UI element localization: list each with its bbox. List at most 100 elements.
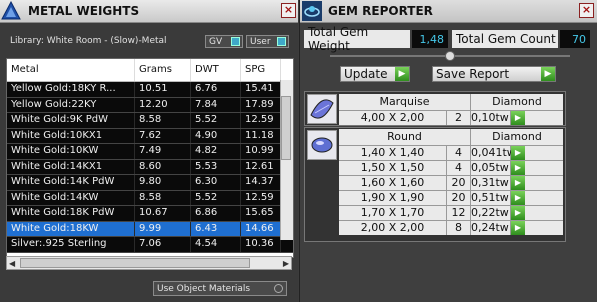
table-row[interactable]: White Gold:10KW 7.49 4.82 10.99 — [7, 144, 293, 160]
cell-grams: 8.58 — [135, 113, 191, 128]
horizontal-scrollbar-thumb[interactable] — [20, 258, 250, 268]
select-gems-play-icon[interactable]: ▶ — [511, 146, 525, 160]
column-header-spg[interactable]: SPG — [241, 59, 281, 81]
cell-dwt: 5.53 — [191, 159, 241, 174]
gem-group-header: Round Diamond — [339, 129, 563, 145]
user-toggle-label: User — [250, 36, 271, 47]
vertical-scrollbar-thumb[interactable] — [281, 96, 291, 160]
use-object-materials-label: Use Object Materials — [157, 283, 251, 294]
table-row[interactable]: White Gold:10KX1 7.62 4.90 11.18 — [7, 128, 293, 144]
gem-cell-size: 1,60 X 1,60 — [339, 176, 447, 190]
gem-group-header: Marquise Diamond — [339, 94, 563, 110]
gem-reporter-close-icon[interactable]: × — [579, 3, 594, 18]
cell-grams: 12.20 — [135, 97, 191, 112]
gem-cell-size: 1,90 X 1,90 — [339, 191, 447, 205]
gem-cell-qty: 8 — [447, 221, 471, 235]
cell-spg: 15.41 — [241, 82, 281, 97]
table-row[interactable]: White Gold:18KW 9.99 6.43 14.66 — [7, 221, 293, 237]
cell-grams: 9.99 — [135, 221, 191, 236]
gem-cell-weight: 0,05tw — [471, 161, 511, 175]
cell-dwt: 6.86 — [191, 206, 241, 221]
column-header-metal[interactable]: Metal — [7, 59, 135, 81]
select-gems-play-icon[interactable]: ▶ — [511, 176, 525, 190]
gem-cell-weight: 0,22tw — [471, 206, 511, 220]
gem-row: 1,90 X 1,90 20 0,51tw ▶ — [339, 190, 563, 205]
cell-spg: 17.89 — [241, 97, 281, 112]
gem-cell-weight: 0,041tw — [471, 146, 516, 160]
gem-cell-qty: 4 — [447, 146, 471, 160]
gem-reporter-panel: GEM REPORTER × Total Gem Weight 1,48 Tot… — [299, 0, 597, 302]
table-row[interactable]: Silver:.925 Sterling 7.06 4.54 10.36 — [7, 237, 293, 253]
gv-toggle[interactable]: GV — [205, 35, 243, 48]
use-object-materials-toggle[interactable]: Use Object Materials — [153, 281, 287, 296]
metal-table-header: Metal Grams DWT SPG — [7, 59, 293, 82]
gem-cell-qty: 20 — [447, 191, 471, 205]
cell-grams: 10.51 — [135, 82, 191, 97]
gem-stone-label: Diamond — [492, 130, 542, 143]
gem-cell-size: 1,40 X 1,40 — [339, 146, 447, 160]
gem-cell-size: 1,50 X 1,50 — [339, 161, 447, 175]
column-header-dwt[interactable]: DWT — [191, 59, 241, 81]
table-row[interactable]: Yellow Gold:18KY R... 10.51 6.76 15.41 — [7, 82, 293, 98]
cell-dwt: 4.54 — [191, 237, 241, 252]
cell-dwt: 6.76 — [191, 82, 241, 97]
marquise-gem-icon — [307, 94, 337, 124]
table-row[interactable]: White Gold:14K PdW 9.80 6.30 14.37 — [7, 175, 293, 191]
metal-weights-logo-icon — [0, 0, 22, 22]
gem-cell-size: 2,00 X 2,00 — [339, 221, 447, 235]
cell-metal: Silver:.925 Sterling — [7, 237, 135, 252]
cell-metal: White Gold:14KW — [7, 190, 135, 205]
cell-metal: White Gold:18KW — [7, 221, 135, 236]
gem-reporter-titlebar: GEM REPORTER — [300, 0, 597, 23]
metal-weights-title: METAL WEIGHTS — [28, 4, 140, 18]
cell-spg: 14.37 — [241, 175, 281, 190]
user-toggle[interactable]: User — [246, 35, 289, 48]
table-row[interactable]: White Gold:14KW 8.58 5.52 12.59 — [7, 190, 293, 206]
select-gems-play-icon[interactable]: ▶ — [511, 161, 525, 175]
use-object-materials-indicator — [274, 284, 283, 293]
cell-grams: 10.67 — [135, 206, 191, 221]
gem-shape-label: Round — [339, 129, 471, 145]
metal-weights-panel: METAL WEIGHTS × Library: White Room - (S… — [0, 0, 298, 302]
gem-shape-label: Marquise — [339, 94, 471, 110]
column-header-grams[interactable]: Grams — [135, 59, 191, 81]
table-row[interactable]: White Gold:14KX1 8.60 5.53 12.61 — [7, 159, 293, 175]
select-gems-play-icon[interactable]: ▶ — [511, 191, 525, 205]
gem-cell-qty: 4 — [447, 161, 471, 175]
play-arrow-icon: ▶ — [541, 67, 555, 81]
select-gems-play-icon[interactable]: ▶ — [511, 221, 525, 235]
cell-metal: White Gold:14KX1 — [7, 159, 135, 174]
cell-spg: 12.61 — [241, 159, 281, 174]
cell-spg: 14.66 — [241, 221, 281, 236]
cell-spg: 10.36 — [241, 237, 281, 252]
scroll-right-icon[interactable]: ▶ — [283, 259, 289, 268]
user-toggle-knob — [277, 37, 286, 46]
panel-splitter-knob[interactable] — [445, 51, 455, 61]
gem-reporter-title: GEM REPORTER — [328, 4, 433, 18]
gem-group-rows: 4,00 X 2,00 2 0,10tw ▶ — [339, 110, 563, 125]
gem-group-rows: 1,40 X 1,40 4 0,041tw ▶ 1,50 X 1,50 4 0,05tw ▶ 1… — [339, 145, 563, 235]
cell-grams: 7.06 — [135, 237, 191, 252]
save-report-button[interactable]: Save Report ▶ — [432, 66, 556, 82]
metal-table: Metal Grams DWT SPG Yellow Gold:18KY R..… — [6, 58, 294, 258]
select-gems-play-icon[interactable]: ▶ — [511, 206, 525, 220]
update-button[interactable]: Update ▶ — [340, 66, 410, 82]
metal-weights-close-icon[interactable]: × — [281, 3, 296, 18]
cell-metal: White Gold:10KW — [7, 144, 135, 159]
cell-spg: 12.59 — [241, 190, 281, 205]
total-gem-weight-label: Total Gem Weight — [304, 25, 410, 53]
gem-group-marquise: Marquise Diamond 4,00 X 2,00 2 0,10tw ▶ — [304, 91, 566, 126]
gem-group-round: Round Diamond 1,40 X 1,40 4 0,041tw ▶ 1,50 X… — [304, 127, 566, 242]
cell-spg: 12.59 — [241, 113, 281, 128]
scroll-left-icon[interactable]: ◀ — [9, 259, 15, 268]
cell-grams: 8.60 — [135, 159, 191, 174]
save-report-button-label: Save Report — [436, 67, 510, 81]
table-row[interactable]: Yellow Gold:22KY 12.20 7.84 17.89 — [7, 97, 293, 113]
table-row[interactable]: White Gold:9K PdW 8.58 5.52 12.59 — [7, 113, 293, 129]
table-row[interactable]: White Gold:18K PdW 10.67 6.86 15.65 — [7, 206, 293, 222]
library-label: Library: White Room - (Slow)-Metal — [10, 36, 167, 46]
select-gems-play-icon[interactable]: ▶ — [511, 111, 525, 125]
metal-weights-titlebar: METAL WEIGHTS — [0, 0, 298, 23]
cell-grams: 8.58 — [135, 190, 191, 205]
gv-toggle-label: GV — [209, 36, 223, 47]
